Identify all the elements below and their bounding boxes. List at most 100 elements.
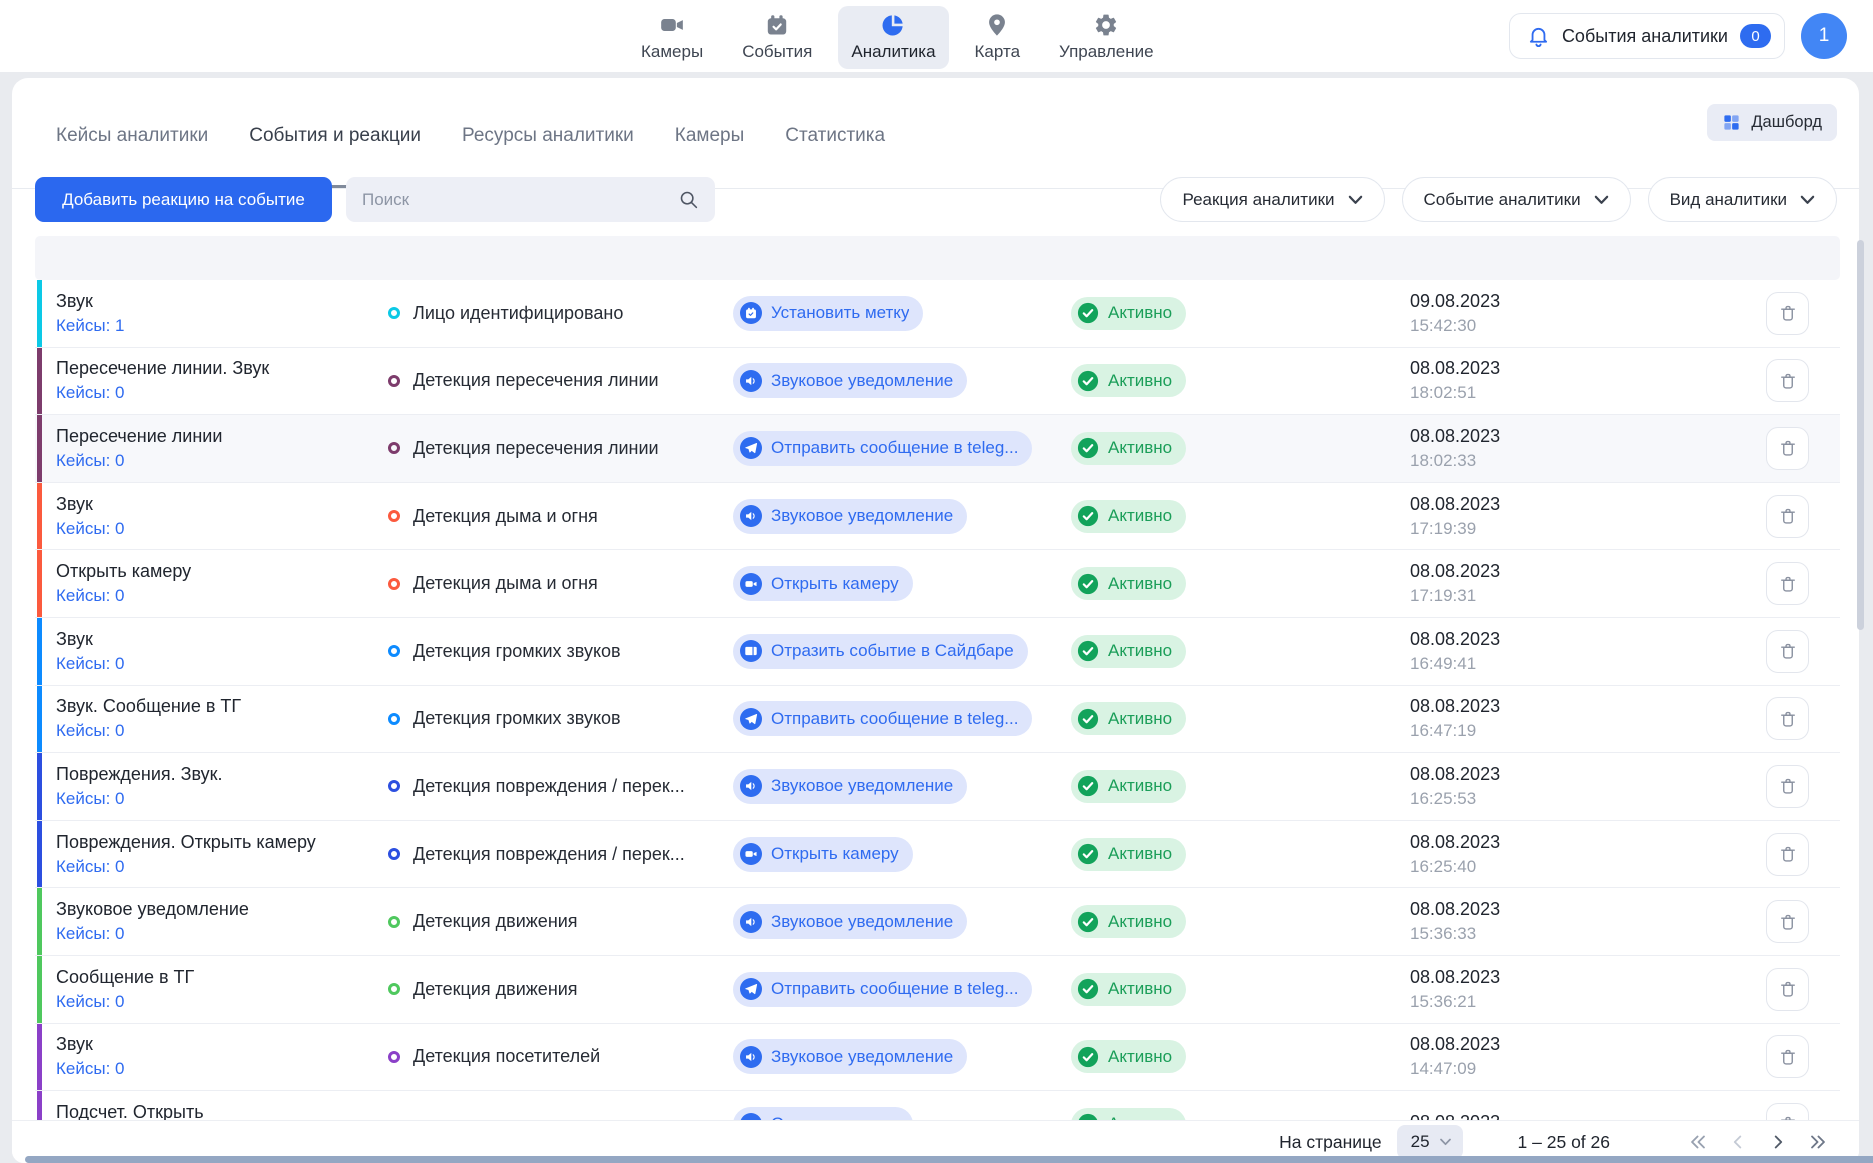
- cases-link[interactable]: Кейсы: 0: [56, 451, 367, 471]
- delete-button[interactable]: [1766, 292, 1809, 335]
- table-row[interactable]: Звук Кейсы: 0 Детекция посетителей Звуко…: [35, 1024, 1840, 1092]
- filter-label: Событие аналитики: [1424, 190, 1581, 210]
- delete-button[interactable]: [1766, 968, 1809, 1011]
- status-badge: Активно: [1071, 702, 1186, 735]
- event-name: Детекция пересечения линии: [413, 438, 659, 459]
- table-row[interactable]: Открыть камеру Кейсы: 0 Детекция дыма и …: [35, 550, 1840, 618]
- delete-button[interactable]: [1766, 697, 1809, 740]
- reaction-chip[interactable]: Установить метку: [733, 296, 923, 331]
- nav-item[interactable]: Карта: [962, 6, 1034, 69]
- per-page-select[interactable]: 25: [1397, 1125, 1463, 1159]
- filter-dropdown[interactable]: Событие аналитики: [1402, 177, 1631, 222]
- table-row[interactable]: Пересечение линии. Звук Кейсы: 0 Детекци…: [35, 348, 1840, 416]
- delete-button[interactable]: [1766, 1103, 1809, 1120]
- tab[interactable]: События и реакции: [249, 78, 421, 188]
- status-badge: Активно: [1071, 500, 1186, 533]
- telegram-icon: [740, 437, 762, 459]
- table-row[interactable]: Звук Кейсы: 0 Детекция дыма и огня Звуко…: [35, 483, 1840, 551]
- tab-label: Статистика: [785, 125, 885, 147]
- add-reaction-button[interactable]: Добавить реакцию на событие: [35, 177, 332, 222]
- last-page-button[interactable]: [1802, 1127, 1833, 1158]
- table-row[interactable]: Подсчет. Открыть Кейсы: 0 Открыть камеру…: [35, 1091, 1840, 1120]
- cases-link[interactable]: Кейсы: 0: [56, 383, 367, 403]
- delete-button[interactable]: [1766, 833, 1809, 876]
- prev-page-button[interactable]: [1722, 1127, 1753, 1158]
- table-row[interactable]: Повреждения. Звук. Кейсы: 0 Детекция пов…: [35, 753, 1840, 821]
- cases-link[interactable]: Кейсы: 1: [56, 316, 367, 336]
- reaction-chip[interactable]: Звуковое уведомление: [733, 1039, 967, 1074]
- trash-icon: [1778, 303, 1798, 323]
- delete-button[interactable]: [1766, 765, 1809, 808]
- reaction-chip[interactable]: Открыть камеру: [733, 837, 913, 872]
- delete-button[interactable]: [1766, 495, 1809, 538]
- cases-count: 0: [115, 924, 124, 943]
- reaction-label: Звуковое уведомление: [771, 912, 953, 932]
- reaction-chip[interactable]: Отправить сообщение в teleg...: [733, 972, 1032, 1007]
- dashboard-button[interactable]: Дашборд: [1707, 104, 1837, 141]
- video-camera-icon: [659, 12, 685, 38]
- delete-button[interactable]: [1766, 359, 1809, 402]
- tab[interactable]: Статистика: [785, 78, 885, 188]
- reaction-chip[interactable]: Звуковое уведомление: [733, 769, 967, 804]
- row-color-stripe: [37, 686, 42, 753]
- cases-count: 0: [115, 586, 124, 605]
- next-page-button[interactable]: [1762, 1127, 1793, 1158]
- cases-link[interactable]: Кейсы: 0: [56, 992, 367, 1012]
- nav-item[interactable]: Управление: [1046, 6, 1167, 69]
- status-check-icon: [1077, 302, 1099, 324]
- nav-item[interactable]: Камеры: [628, 6, 716, 69]
- cases-count: 0: [115, 992, 124, 1011]
- reaction-chip[interactable]: Звуковое уведомление: [733, 363, 967, 398]
- cases-link[interactable]: Кейсы: 0: [56, 586, 367, 606]
- tab[interactable]: Кейсы аналитики: [56, 78, 208, 188]
- reaction-chip[interactable]: Звуковое уведомление: [733, 499, 967, 534]
- horizontal-scrollbar[interactable]: [25, 1156, 1873, 1163]
- trash-icon: [1778, 371, 1798, 391]
- first-page-button[interactable]: [1682, 1127, 1713, 1158]
- nav-item[interactable]: События: [729, 6, 825, 69]
- reaction-chip[interactable]: Отправить сообщение в teleg...: [733, 701, 1032, 736]
- avatar[interactable]: 1: [1801, 13, 1847, 59]
- delete-button[interactable]: [1766, 630, 1809, 673]
- delete-button[interactable]: [1766, 900, 1809, 943]
- table-row[interactable]: Звук. Сообщение в ТГ Кейсы: 0 Детекция г…: [35, 686, 1840, 754]
- tab[interactable]: Камеры: [675, 78, 745, 188]
- cases-link[interactable]: Кейсы: 0: [56, 1059, 367, 1079]
- cases-link[interactable]: Кейсы: 0: [56, 519, 367, 539]
- table-row[interactable]: Звуковое уведомление Кейсы: 0 Детекция д…: [35, 888, 1840, 956]
- tab-label: Камеры: [675, 125, 745, 147]
- tab[interactable]: Ресурсы аналитики: [462, 78, 634, 188]
- table-row[interactable]: Повреждения. Открыть камеру Кейсы: 0 Дет…: [35, 821, 1840, 889]
- table-row[interactable]: Звук Кейсы: 0 Детекция громких звуков От…: [35, 618, 1840, 686]
- reaction-chip[interactable]: Открыть камеру: [733, 1107, 913, 1120]
- created-time: 15:42:30: [1410, 316, 1760, 336]
- nav-item-label: События: [742, 42, 812, 62]
- reaction-chip[interactable]: Звуковое уведомление: [733, 904, 967, 939]
- status-check-icon: [1077, 1046, 1099, 1068]
- cases-count: 0: [115, 383, 124, 402]
- cases-link[interactable]: Кейсы: 0: [56, 924, 367, 944]
- vertical-scrollbar[interactable]: [1857, 240, 1864, 630]
- filter-dropdown[interactable]: Реакция аналитики: [1160, 177, 1384, 222]
- cases-link[interactable]: Кейсы: 0: [56, 857, 367, 877]
- nav-item[interactable]: Аналитика: [838, 6, 948, 69]
- filter-dropdown[interactable]: Вид аналитики: [1648, 177, 1837, 222]
- table-row[interactable]: Пересечение линии Кейсы: 0 Детекция пере…: [35, 415, 1840, 483]
- created-date: 08.08.2023: [1410, 494, 1760, 515]
- bell-icon: [1527, 25, 1550, 48]
- event-type-ring-icon: [388, 713, 400, 725]
- reaction-chip[interactable]: Отразить событие в Сайдбаре: [733, 634, 1028, 669]
- reaction-chip[interactable]: Открыть камеру: [733, 566, 913, 601]
- delete-button[interactable]: [1766, 562, 1809, 605]
- search-input[interactable]: [362, 190, 678, 210]
- reaction-chip[interactable]: Отправить сообщение в teleg...: [733, 431, 1032, 466]
- analytics-events-button[interactable]: События аналитики 0: [1509, 13, 1785, 59]
- table-row[interactable]: Звук Кейсы: 1 Лицо идентифицировано Уста…: [35, 280, 1840, 348]
- cases-link[interactable]: Кейсы: 0: [56, 789, 367, 809]
- cases-link[interactable]: Кейсы: 0: [56, 654, 367, 674]
- delete-button[interactable]: [1766, 427, 1809, 470]
- table-row[interactable]: Сообщение в ТГ Кейсы: 0 Детекция движени…: [35, 956, 1840, 1024]
- cases-link[interactable]: Кейсы: 0: [56, 721, 367, 741]
- reaction-name: Звук: [56, 629, 367, 650]
- delete-button[interactable]: [1766, 1035, 1809, 1078]
